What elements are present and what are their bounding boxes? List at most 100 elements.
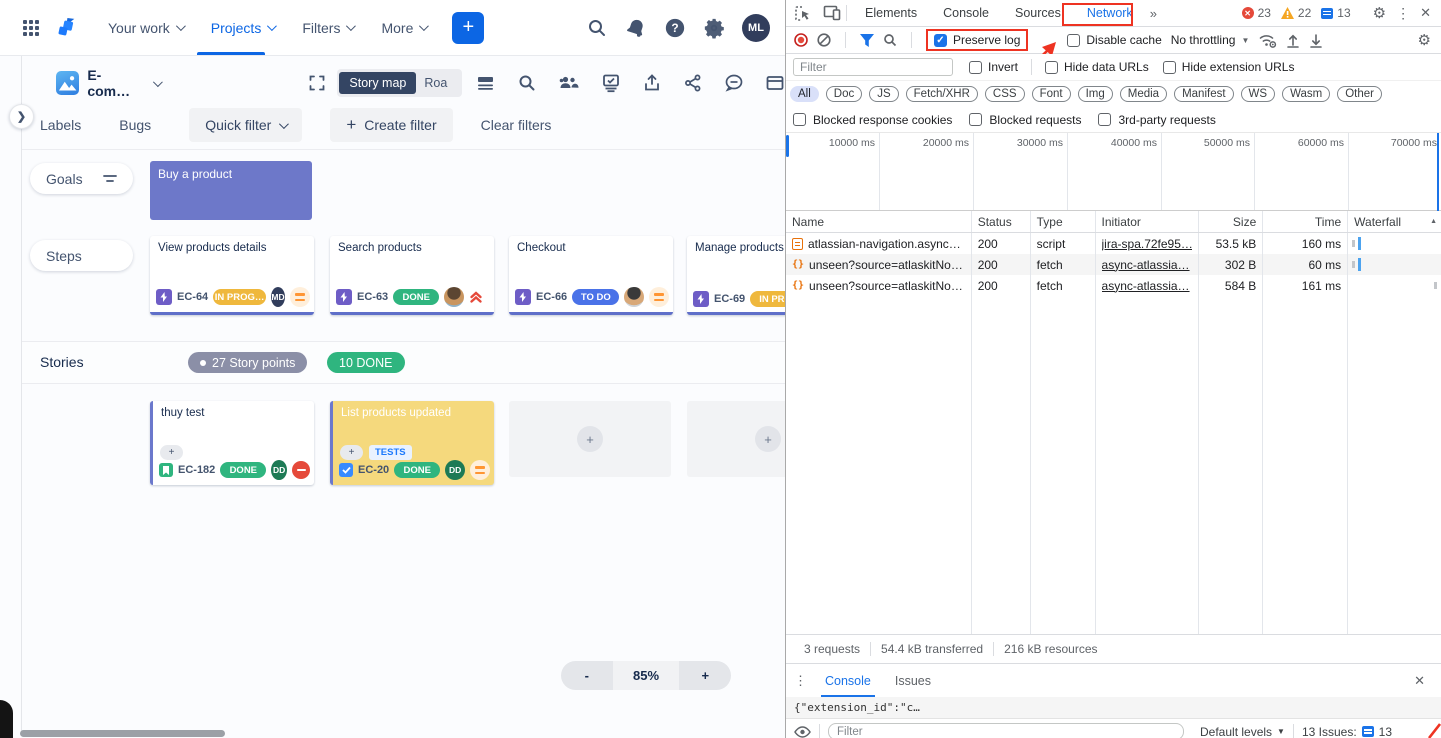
column-header-status[interactable]: Status [972, 211, 1031, 232]
step-card[interactable]: View products details EC-64 IN PROG… MD [150, 236, 314, 315]
request-row[interactable]: {}unseen?source=atlaskitNot… 200 fetch a… [786, 254, 1441, 275]
third-party-requests-checkbox[interactable] [1098, 113, 1111, 126]
create-button[interactable]: + [452, 12, 484, 44]
export-har-icon[interactable] [1309, 33, 1323, 48]
import-har-icon[interactable] [1286, 33, 1300, 48]
tab-story-map[interactable]: Story map [339, 72, 416, 94]
zoom-out-button[interactable]: - [561, 661, 613, 690]
assignee-avatar[interactable]: DD [445, 460, 465, 480]
nav-filters[interactable]: Filters [302, 20, 353, 36]
type-filter-fetch-xhr[interactable]: Fetch/XHR [906, 86, 978, 102]
device-toolbar-icon[interactable] [823, 5, 841, 21]
plus-icon[interactable]: + [577, 426, 603, 452]
steps-lane-pill[interactable]: Steps [30, 240, 133, 271]
console-log-entry[interactable]: {"extension_id":"c… [786, 697, 1441, 719]
notifications-bell-icon[interactable] [625, 17, 647, 39]
nav-projects[interactable]: Projects [211, 20, 275, 36]
network-filter-input[interactable] [793, 58, 953, 76]
board-search-icon[interactable] [517, 73, 537, 93]
search-icon[interactable] [586, 17, 608, 39]
column-header-type[interactable]: Type [1031, 211, 1096, 232]
column-header-size[interactable]: Size [1199, 211, 1263, 232]
console-filter-input[interactable] [828, 723, 1184, 738]
close-drawer-icon[interactable]: ✕ [1414, 673, 1425, 689]
column-header-name[interactable]: Name [786, 211, 972, 232]
project-avatar-icon[interactable] [56, 71, 79, 95]
filter-funnel-icon[interactable] [860, 34, 874, 47]
type-filter-doc[interactable]: Doc [826, 86, 862, 102]
bugs-filter[interactable]: Bugs [119, 117, 151, 133]
horizontal-scrollbar[interactable] [20, 730, 225, 737]
story-card-selected[interactable]: List products updated + TESTS EC-20 DONE… [330, 401, 494, 485]
settings-gear-icon[interactable] [703, 17, 725, 39]
assignee-avatar[interactable]: DD [271, 460, 287, 480]
preserve-log-label[interactable]: Preserve log [953, 33, 1020, 47]
close-devtools-icon[interactable]: ✕ [1420, 5, 1431, 21]
chevron-down-icon[interactable] [153, 77, 163, 87]
issues-count-badge[interactable]: 13 [1321, 6, 1350, 20]
share-icon[interactable] [683, 73, 703, 93]
type-filter-other[interactable]: Other [1337, 86, 1382, 102]
column-header-time[interactable]: Time [1263, 211, 1348, 232]
network-search-icon[interactable] [883, 33, 897, 47]
expand-sidebar-button[interactable]: ❯ [9, 104, 34, 129]
nav-your-work[interactable]: Your work [108, 20, 183, 36]
request-initiator-link[interactable]: async-atlassia… [1102, 258, 1190, 272]
error-count-badge[interactable]: ✕ 23 [1242, 6, 1271, 20]
type-filter-wasm[interactable]: Wasm [1282, 86, 1330, 102]
disable-cache-checkbox[interactable] [1067, 34, 1080, 47]
labels-filter[interactable]: Labels [40, 117, 81, 133]
blocked-cookies-checkbox[interactable] [793, 113, 806, 126]
add-story-placeholder[interactable]: + [687, 401, 785, 477]
user-avatar[interactable]: ML [742, 14, 770, 42]
step-card[interactable]: Checkout EC-66 TO DO [509, 236, 673, 315]
quick-filter-dropdown[interactable]: Quick filter [189, 108, 302, 142]
add-button[interactable]: + [340, 445, 363, 460]
type-filter-font[interactable]: Font [1032, 86, 1071, 102]
warning-count-badge[interactable]: 22 [1281, 6, 1311, 20]
tab-sources[interactable]: Sources [1002, 0, 1074, 26]
plus-icon[interactable]: + [755, 426, 781, 452]
story-card[interactable]: thuy test + EC-182 DONE DD [150, 401, 314, 485]
type-filter-media[interactable]: Media [1120, 86, 1167, 102]
column-header-initiator[interactable]: Initiator [1096, 211, 1200, 232]
add-button[interactable]: + [160, 445, 183, 460]
blocked-requests-checkbox[interactable] [969, 113, 982, 126]
tab-roadmap[interactable]: Roa [416, 72, 455, 94]
network-settings-icon[interactable]: ⚙ [1418, 31, 1431, 49]
devtools-settings-icon[interactable]: ⚙ [1373, 4, 1386, 22]
panel-icon[interactable] [765, 73, 785, 93]
type-filter-img[interactable]: Img [1078, 86, 1113, 102]
team-icon[interactable] [558, 73, 580, 93]
drawer-tab-console[interactable]: Console [813, 664, 883, 697]
rows-view-icon[interactable] [476, 73, 496, 93]
goal-card[interactable]: Buy a product [150, 161, 312, 220]
network-timeline[interactable]: 10000 ms 20000 ms 30000 ms 40000 ms 5000… [786, 133, 1441, 211]
export-icon[interactable] [642, 73, 662, 93]
app-switcher-icon[interactable] [22, 19, 40, 37]
zoom-in-button[interactable]: + [679, 661, 731, 690]
tab-network[interactable]: Network [1074, 0, 1146, 26]
add-story-placeholder[interactable]: + [509, 401, 671, 477]
project-name[interactable]: E-com… [87, 67, 142, 99]
hide-data-urls-checkbox[interactable] [1045, 61, 1058, 74]
clear-filters-button[interactable]: Clear filters [481, 117, 552, 133]
tab-console[interactable]: Console [930, 0, 1002, 26]
devtools-menu-icon[interactable]: ⋮ [1396, 5, 1410, 22]
drawer-menu-icon[interactable]: ⋮ [794, 673, 807, 689]
throttling-dropdown[interactable]: No throttling ▼ [1171, 33, 1250, 47]
type-filter-manifest[interactable]: Manifest [1174, 86, 1233, 102]
type-filter-ws[interactable]: WS [1241, 86, 1276, 102]
jira-logo-icon[interactable] [54, 15, 80, 41]
drawer-tab-issues[interactable]: Issues [883, 664, 943, 697]
type-filter-all[interactable]: All [790, 86, 819, 102]
more-tabs-icon[interactable]: » [1150, 6, 1157, 21]
network-conditions-icon[interactable] [1258, 33, 1277, 48]
feedback-icon[interactable] [724, 73, 744, 93]
clear-icon[interactable] [817, 33, 831, 47]
create-filter-button[interactable]: +Create filter [330, 108, 452, 142]
type-filter-js[interactable]: JS [869, 86, 898, 102]
step-card[interactable]: Manage products EC-69 IN PROG… [687, 236, 785, 315]
goals-lane-pill[interactable]: Goals [30, 163, 133, 194]
record-icon[interactable] [794, 33, 808, 47]
